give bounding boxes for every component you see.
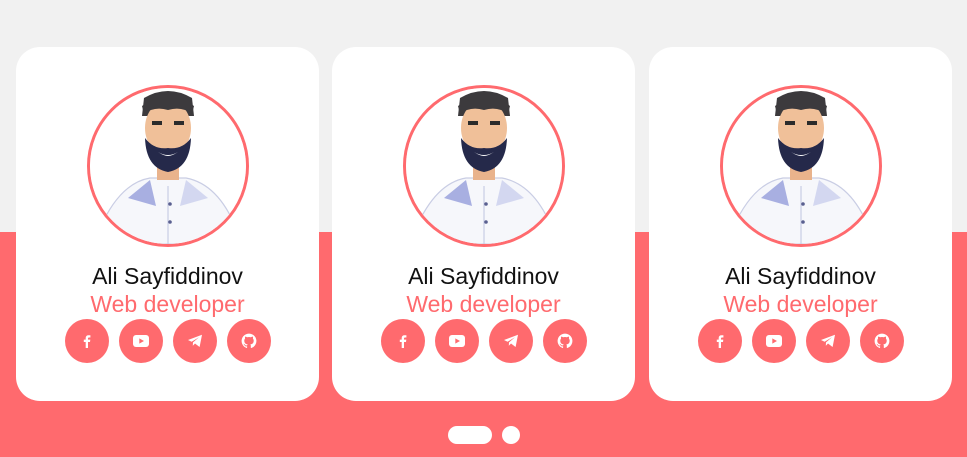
telegram-link[interactable]	[488, 319, 533, 363]
telegram-icon	[820, 334, 835, 347]
profile-role: Web developer	[406, 291, 561, 317]
profile-card: Ali Sayfiddinov Web developer	[649, 47, 952, 401]
youtube-link[interactable]	[434, 319, 479, 363]
github-icon	[557, 333, 572, 348]
profile-role: Web developer	[723, 291, 878, 317]
telegram-icon	[187, 334, 202, 347]
youtube-icon	[765, 335, 782, 347]
telegram-link[interactable]	[172, 319, 217, 363]
github-icon	[874, 333, 889, 348]
avatar	[719, 85, 882, 247]
profile-role: Web developer	[90, 291, 245, 317]
facebook-icon	[399, 335, 406, 348]
facebook-icon	[83, 335, 90, 348]
github-link[interactable]	[542, 319, 587, 363]
facebook-link[interactable]	[697, 319, 742, 363]
profile-name: Ali Sayfiddinov	[725, 263, 876, 289]
github-link[interactable]	[859, 319, 904, 363]
facebook-link[interactable]	[64, 319, 109, 363]
telegram-link[interactable]	[805, 319, 850, 363]
avatar	[402, 85, 565, 247]
telegram-icon	[503, 334, 518, 347]
profile-name: Ali Sayfiddinov	[92, 263, 243, 289]
card-slider: Ali Sayfiddinov Web developer Ali Sayfid…	[16, 47, 967, 401]
profile-card: Ali Sayfiddinov Web developer	[332, 47, 635, 401]
social-links	[649, 319, 952, 363]
social-links	[332, 319, 635, 363]
github-icon	[241, 333, 256, 348]
slider-pagination	[0, 426, 967, 444]
pagination-dot-active[interactable]	[447, 426, 492, 444]
social-links	[16, 319, 319, 363]
pagination-dot[interactable]	[501, 426, 520, 444]
facebook-icon	[716, 335, 723, 348]
github-link[interactable]	[226, 319, 271, 363]
profile-name: Ali Sayfiddinov	[408, 263, 559, 289]
youtube-icon	[132, 335, 149, 347]
facebook-link[interactable]	[380, 319, 425, 363]
youtube-icon	[448, 335, 465, 347]
profile-card: Ali Sayfiddinov Web developer	[16, 47, 319, 401]
youtube-link[interactable]	[118, 319, 163, 363]
avatar	[86, 85, 249, 247]
youtube-link[interactable]	[751, 319, 796, 363]
